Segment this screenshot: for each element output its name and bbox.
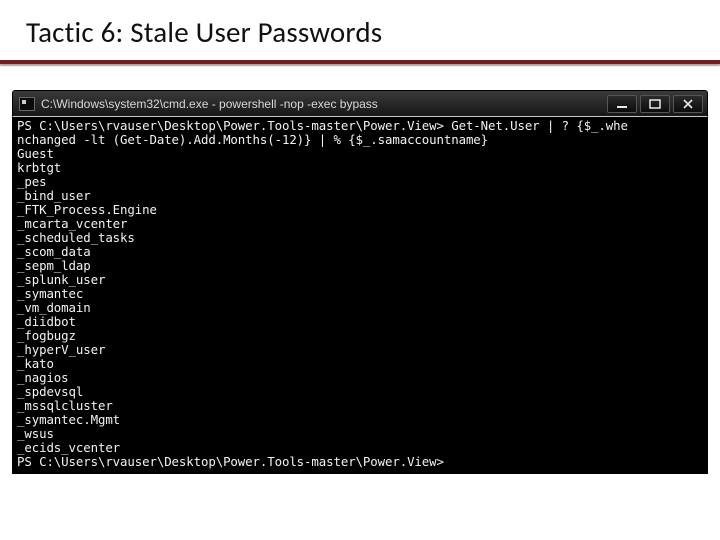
window-titlebar[interactable]: C:\Windows\system32\cmd.exe - powershell…: [12, 90, 708, 116]
minimize-button[interactable]: [607, 95, 637, 113]
slide: Tactic 6: Stale User Passwords C:\Window…: [0, 0, 720, 540]
terminal-output[interactable]: PS C:\Users\rvauser\Desktop\Power.Tools-…: [12, 116, 708, 474]
title-area: Tactic 6: Stale User Passwords: [0, 0, 720, 58]
window-buttons: [607, 95, 703, 113]
close-icon: [682, 99, 694, 109]
minimize-icon: [616, 99, 628, 109]
window-title: C:\Windows\system32\cmd.exe - powershell…: [41, 97, 601, 111]
console-window: C:\Windows\system32\cmd.exe - powershell…: [12, 90, 708, 474]
slide-title: Tactic 6: Stale User Passwords: [26, 14, 712, 50]
title-underline: [0, 60, 720, 64]
close-button[interactable]: [673, 95, 703, 113]
maximize-icon: [649, 99, 661, 109]
cmd-icon: [19, 97, 35, 111]
prompt: PS C:\Users\rvauser\Desktop\Power.Tools-…: [17, 454, 451, 469]
maximize-button[interactable]: [640, 95, 670, 113]
